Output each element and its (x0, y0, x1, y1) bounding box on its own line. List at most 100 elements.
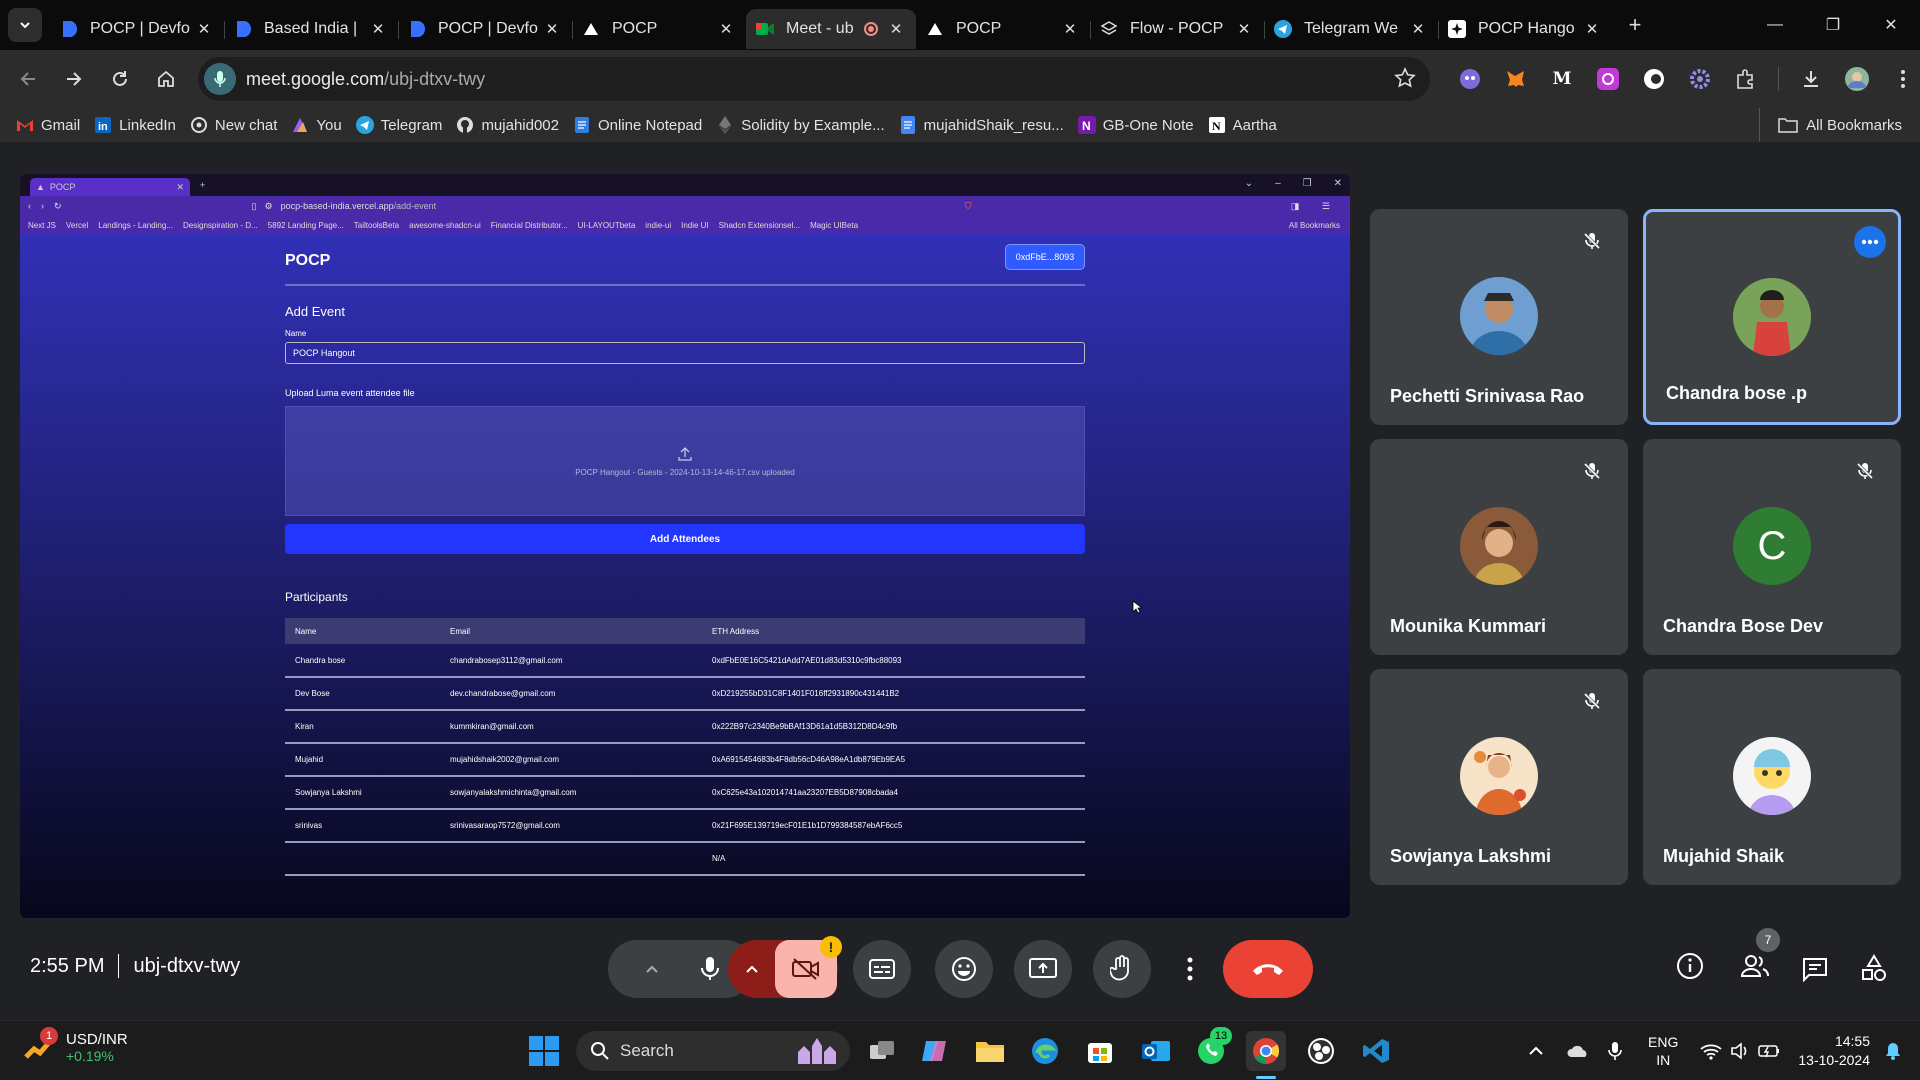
bookmark-item[interactable]: New chat (190, 116, 277, 134)
close-window-button[interactable]: ✕ (1862, 0, 1920, 50)
video-options-button[interactable] (729, 964, 775, 974)
chat-button[interactable] (1801, 956, 1829, 982)
copilot-button[interactable] (914, 1031, 954, 1071)
close-icon[interactable]: ✕ (1582, 20, 1602, 38)
browser-tab[interactable]: Flow - POCP ✕ (1090, 9, 1265, 49)
close-icon[interactable]: ✕ (194, 20, 214, 38)
chrome-button[interactable] (1246, 1031, 1286, 1071)
restore-button[interactable]: ❐ (1804, 0, 1862, 50)
raise-hand-button[interactable] (1093, 940, 1151, 998)
ms-store-button[interactable] (1080, 1031, 1120, 1071)
participant-tile[interactable]: Pechetti Srinivasa Rao (1370, 209, 1628, 425)
onedrive-icon[interactable] (1566, 1043, 1590, 1059)
bookmark-item[interactable]: N Aartha (1208, 116, 1277, 134)
chevron-up-icon[interactable] (1528, 1046, 1544, 1056)
participant-tile[interactable]: Mujahid Shaik (1643, 669, 1901, 885)
browser-tab[interactable]: POCP | Devfo ✕ (50, 9, 225, 49)
new-tab-button[interactable]: + (1618, 8, 1652, 42)
extension-gear-icon[interactable] (1680, 59, 1720, 99)
close-icon[interactable]: ✕ (1234, 20, 1254, 38)
shared-bookmark: Indie UI (681, 220, 709, 230)
bookmark-item[interactable]: Online Notepad (573, 116, 702, 134)
close-icon[interactable]: ✕ (1408, 20, 1428, 38)
microphone-in-use-icon[interactable] (1608, 1041, 1622, 1061)
browser-tab[interactable]: Telegram We ✕ (1264, 9, 1439, 49)
bookmark-item[interactable]: in LinkedIn (94, 116, 176, 134)
extension-circle-icon[interactable] (1634, 59, 1674, 99)
back-button[interactable] (8, 59, 48, 99)
shared-toolbar: ‹ › ↻ ▯ ⚙ pocp-based-india.vercel.app/ad… (20, 196, 1350, 216)
people-button[interactable] (1740, 954, 1770, 978)
bookmark-item[interactable]: mujahidShaik_resu... (899, 116, 1064, 134)
download-icon[interactable] (1791, 59, 1831, 99)
participant-tile[interactable]: Sowjanya Lakshmi (1370, 669, 1628, 885)
home-button[interactable] (146, 59, 186, 99)
table-row: N/A (285, 842, 1085, 876)
menu-kebab-icon[interactable] (1883, 59, 1920, 99)
present-screen-button[interactable] (1014, 940, 1072, 998)
obs-button[interactable] (1301, 1031, 1341, 1071)
minimize-button[interactable]: — (1746, 0, 1804, 50)
notification-bell-icon[interactable] (1884, 1041, 1902, 1061)
vscode-button[interactable] (1356, 1031, 1396, 1071)
participants-table: Name Email ETH Address Chandra bose chand… (285, 618, 1085, 876)
close-icon[interactable]: ✕ (542, 20, 562, 38)
wifi-icon[interactable] (1700, 1042, 1722, 1060)
activities-button[interactable] (1860, 954, 1888, 982)
browser-tab-active[interactable]: Meet - ub ✕ (746, 9, 916, 49)
close-icon[interactable]: ✕ (716, 20, 736, 38)
clock[interactable]: 14:55 13-10-2024 (1798, 1032, 1870, 1070)
stock-widget[interactable]: 1 USD/INR +0.19% (22, 1027, 128, 1065)
captions-button[interactable] (853, 940, 911, 998)
participant-tile[interactable]: Mounika Kummari (1370, 439, 1628, 655)
more-options-icon[interactable] (1854, 226, 1886, 258)
volume-icon[interactable] (1730, 1042, 1750, 1060)
taskbar-search[interactable]: Search (576, 1031, 850, 1071)
close-icon[interactable]: ✕ (1060, 20, 1080, 38)
all-bookmarks-button[interactable]: All Bookmarks (1759, 108, 1902, 142)
end-call-button[interactable] (1223, 940, 1313, 998)
close-icon[interactable]: ✕ (886, 20, 906, 38)
language-indicator[interactable]: ENG IN (1648, 1033, 1678, 1069)
browser-tab[interactable]: POCP ✕ (572, 9, 746, 49)
edge-button[interactable] (1025, 1031, 1065, 1071)
meeting-info-button[interactable] (1676, 952, 1704, 980)
audio-options-button[interactable] (623, 940, 681, 998)
more-options-button[interactable] (1172, 940, 1208, 998)
reactions-button[interactable] (935, 940, 993, 998)
extension-purple-icon[interactable] (1588, 59, 1628, 99)
browser-tab[interactable]: POCP | Devfo ✕ (398, 9, 573, 49)
bookmark-item[interactable]: You (291, 116, 342, 134)
browser-tab[interactable]: Based India | ✕ (224, 9, 399, 49)
participant-name: Sowjanya Lakshmi (1390, 846, 1552, 866)
browser-tab[interactable]: POCP ✕ (916, 9, 1091, 49)
bookmark-item[interactable]: mujahid002 (456, 116, 559, 134)
bookmark-item[interactable]: N GB-One Note (1077, 116, 1194, 134)
task-view-button[interactable] (862, 1031, 902, 1071)
browser-tab[interactable]: POCP Hango ✕ (1438, 9, 1612, 49)
extension-ghost-icon[interactable] (1450, 59, 1490, 99)
meet-call-area: ▲ POCP ✕ + ⌄ – ❐ ✕ ‹ › ↻ ▯ ⚙ pocp-based-ind… (0, 142, 1920, 1020)
extensions-puzzle-icon[interactable] (1726, 59, 1766, 99)
bookmark-item[interactable]: Gmail (16, 116, 80, 134)
address-bar[interactable]: meet.google.com/ubj-dtxv-twy (198, 57, 1430, 101)
participant-tile[interactable]: C Chandra Bose Dev (1643, 439, 1901, 655)
bookmark-item[interactable]: Solidity by Example... (716, 116, 885, 134)
file-explorer-button[interactable] (970, 1031, 1010, 1071)
reload-button[interactable] (100, 59, 140, 99)
outlook-button[interactable] (1136, 1031, 1176, 1071)
participant-tile-selected[interactable]: Chandra bose .p (1643, 209, 1901, 425)
microphone-icon[interactable] (204, 63, 236, 95)
battery-icon[interactable] (1758, 1044, 1780, 1058)
profile-avatar-icon[interactable] (1837, 59, 1877, 99)
forward-button[interactable] (54, 59, 94, 99)
metamask-icon[interactable] (1496, 59, 1536, 99)
upload-icon (678, 446, 692, 461)
extension-m-icon[interactable]: M (1542, 59, 1582, 99)
bookmark-star-icon[interactable] (1394, 67, 1416, 89)
start-button[interactable] (528, 1035, 560, 1067)
bookmark-item[interactable]: Telegram (355, 116, 442, 134)
tab-search-button[interactable] (8, 8, 42, 42)
search-icon (591, 1042, 609, 1060)
close-icon[interactable]: ✕ (368, 20, 388, 38)
